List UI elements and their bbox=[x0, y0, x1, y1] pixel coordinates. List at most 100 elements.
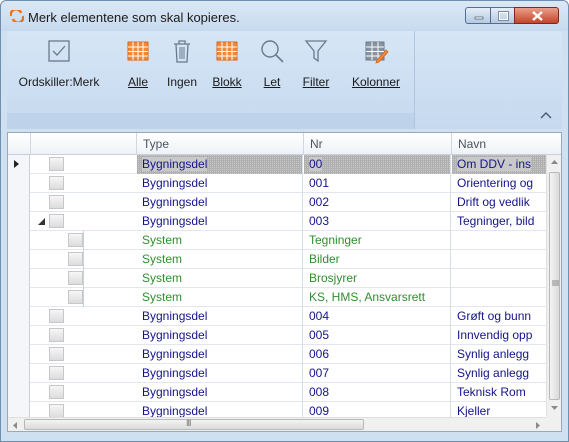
row-checkbox[interactable] bbox=[49, 328, 64, 342]
row-checkbox[interactable] bbox=[49, 176, 64, 190]
table-row[interactable]: Bygningsdel 003 Tegninger, bild bbox=[8, 212, 546, 231]
row-header[interactable] bbox=[8, 155, 30, 174]
name-cell[interactable]: Synlig anlegg bbox=[452, 345, 546, 364]
nr-cell[interactable]: KS, HMS, Ansvarsrett bbox=[304, 288, 451, 307]
type-cell[interactable]: Bygningsdel bbox=[137, 212, 303, 231]
name-cell[interactable] bbox=[452, 231, 546, 250]
blokk-button[interactable]: Blokk bbox=[208, 35, 246, 93]
table-row[interactable]: System KS, HMS, Ansvarsrett bbox=[8, 288, 546, 307]
nr-cell[interactable]: 00 bbox=[304, 155, 451, 174]
row-checkbox[interactable] bbox=[68, 252, 83, 266]
ingen-button[interactable]: Ingen bbox=[162, 35, 202, 93]
minimize-button[interactable] bbox=[465, 7, 491, 24]
type-cell[interactable]: Bygningsdel bbox=[137, 345, 303, 364]
row-checkbox[interactable] bbox=[49, 195, 64, 209]
row-checkbox[interactable] bbox=[49, 366, 64, 380]
name-cell[interactable]: Innvendig opp bbox=[452, 326, 546, 345]
vertical-scroll-thumb[interactable] bbox=[549, 172, 560, 400]
name-cell[interactable]: Om DDV - ins bbox=[452, 155, 546, 174]
nr-cell[interactable]: Brosjyrer bbox=[304, 269, 451, 288]
let-button[interactable]: Let bbox=[257, 35, 287, 93]
type-cell[interactable]: Bygningsdel bbox=[137, 155, 303, 174]
column-header-navn[interactable]: Navn bbox=[452, 133, 561, 154]
table-row[interactable]: Bygningsdel 004 Grøft og bunn bbox=[8, 307, 546, 326]
name-cell[interactable]: Tegninger, bild bbox=[452, 212, 546, 231]
scroll-left-icon[interactable] bbox=[12, 421, 18, 430]
table-row[interactable]: Bygningsdel 007 Synlig anlegg bbox=[8, 364, 546, 383]
name-cell[interactable] bbox=[452, 288, 546, 307]
table-row[interactable]: Bygningsdel 00 Om DDV - ins bbox=[8, 155, 546, 174]
scroll-right-icon[interactable] bbox=[535, 421, 541, 430]
column-header-type[interactable]: Type bbox=[137, 133, 304, 154]
row-header[interactable] bbox=[8, 269, 30, 288]
expanded-arrow-icon[interactable] bbox=[38, 218, 45, 225]
row-header[interactable] bbox=[8, 231, 30, 250]
row-checkbox[interactable] bbox=[49, 404, 64, 418]
table-row[interactable]: Bygningsdel 002 Drift og vedlik bbox=[8, 193, 546, 212]
type-cell[interactable]: Bygningsdel bbox=[137, 193, 303, 212]
type-cell[interactable]: System bbox=[137, 288, 303, 307]
row-checkbox[interactable] bbox=[68, 271, 83, 285]
type-cell[interactable]: System bbox=[137, 250, 303, 269]
row-header[interactable] bbox=[8, 383, 30, 402]
type-cell[interactable]: System bbox=[137, 269, 303, 288]
nr-cell[interactable]: 001 bbox=[304, 174, 451, 193]
nr-cell[interactable]: 008 bbox=[304, 383, 451, 402]
table-row[interactable]: Bygningsdel 006 Synlig anlegg bbox=[8, 345, 546, 364]
row-header[interactable] bbox=[8, 288, 30, 307]
nr-cell[interactable]: Tegninger bbox=[304, 231, 451, 250]
type-cell[interactable]: System bbox=[137, 231, 303, 250]
name-cell[interactable]: Teknisk Rom bbox=[452, 383, 546, 402]
name-cell[interactable] bbox=[452, 250, 546, 269]
type-cell[interactable]: Bygningsdel bbox=[137, 383, 303, 402]
row-header[interactable] bbox=[8, 174, 30, 193]
type-cell[interactable]: Bygningsdel bbox=[137, 174, 303, 193]
ordskiller-merk-button[interactable]: Ordskiller:Merk bbox=[9, 35, 109, 93]
nr-cell[interactable]: 003 bbox=[304, 212, 451, 231]
checkbox-column-header[interactable] bbox=[31, 133, 137, 154]
name-cell[interactable] bbox=[452, 269, 546, 288]
row-checkbox[interactable] bbox=[49, 214, 64, 228]
ribbon-collapse-icon[interactable] bbox=[539, 110, 553, 120]
table-row[interactable]: Bygningsdel 008 Teknisk Rom bbox=[8, 383, 546, 402]
row-checkbox[interactable] bbox=[49, 347, 64, 361]
alle-button[interactable]: Alle bbox=[121, 35, 155, 93]
filter-button[interactable]: Filter bbox=[297, 35, 335, 93]
row-header[interactable] bbox=[8, 212, 30, 231]
nr-cell[interactable]: Bilder bbox=[304, 250, 451, 269]
nr-cell[interactable]: 002 bbox=[304, 193, 451, 212]
horizontal-scroll-thumb[interactable]: III bbox=[24, 418, 364, 430]
horizontal-scrollbar[interactable]: III bbox=[8, 417, 546, 431]
table-row[interactable]: Bygningsdel 005 Innvendig opp bbox=[8, 326, 546, 345]
nr-cell[interactable]: 007 bbox=[304, 364, 451, 383]
name-cell[interactable]: Orientering og bbox=[452, 174, 546, 193]
table-row[interactable]: System Bilder bbox=[8, 250, 546, 269]
name-cell[interactable]: Drift og vedlik bbox=[452, 193, 546, 212]
row-header[interactable] bbox=[8, 193, 30, 212]
type-cell[interactable]: Bygningsdel bbox=[137, 326, 303, 345]
close-button[interactable] bbox=[514, 7, 559, 24]
row-header[interactable] bbox=[8, 364, 30, 383]
row-checkbox[interactable] bbox=[49, 385, 64, 399]
table-row[interactable]: System Brosjyrer bbox=[8, 269, 546, 288]
table-row[interactable]: Bygningsdel 001 Orientering og bbox=[8, 174, 546, 193]
row-header[interactable] bbox=[8, 345, 30, 364]
type-cell[interactable]: Bygningsdel bbox=[137, 364, 303, 383]
nr-cell[interactable]: 006 bbox=[304, 345, 451, 364]
vertical-scrollbar[interactable] bbox=[546, 155, 561, 417]
row-header[interactable] bbox=[8, 250, 30, 269]
row-checkbox[interactable] bbox=[49, 157, 64, 171]
table-row[interactable]: System Tegninger bbox=[8, 231, 546, 250]
row-checkbox[interactable] bbox=[68, 290, 83, 304]
column-header-nr[interactable]: Nr bbox=[304, 133, 452, 154]
type-cell[interactable]: Bygningsdel bbox=[137, 307, 303, 326]
kolonner-button[interactable]: Kolonner bbox=[345, 35, 407, 93]
row-header[interactable] bbox=[8, 307, 30, 326]
name-cell[interactable]: Synlig anlegg bbox=[452, 364, 546, 383]
scroll-down-icon[interactable] bbox=[550, 405, 559, 411]
row-header[interactable] bbox=[8, 326, 30, 345]
nr-cell[interactable]: 004 bbox=[304, 307, 451, 326]
name-cell[interactable]: Grøft og bunn bbox=[452, 307, 546, 326]
nr-cell[interactable]: 005 bbox=[304, 326, 451, 345]
scroll-up-icon[interactable] bbox=[550, 159, 559, 165]
